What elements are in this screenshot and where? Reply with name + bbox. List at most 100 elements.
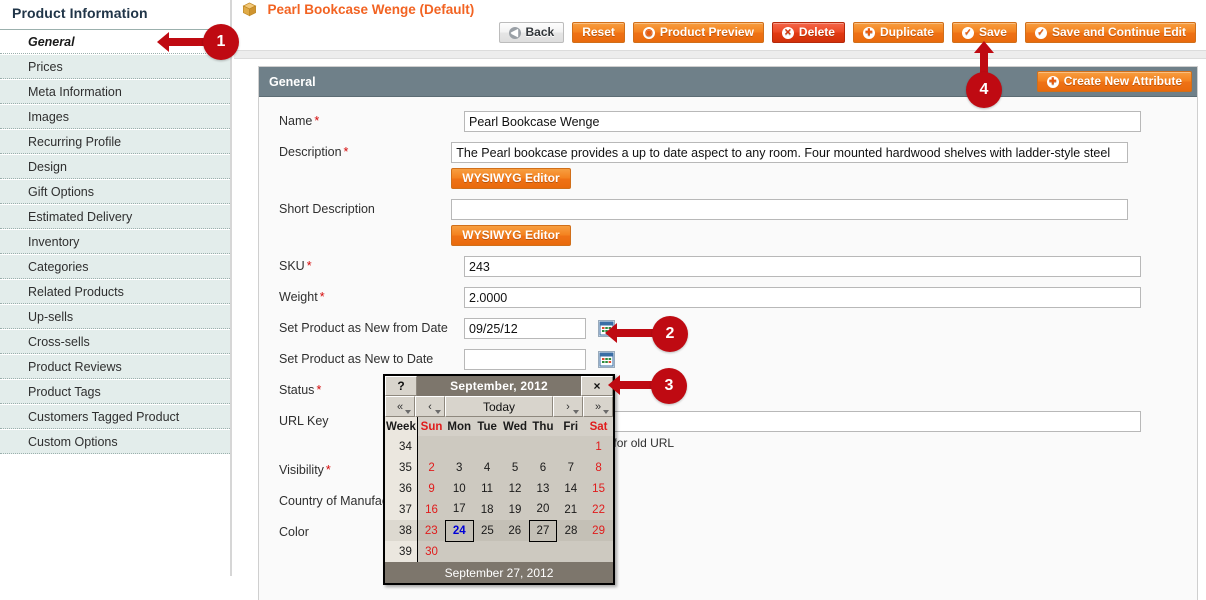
- calendar-prev-month-button[interactable]: ‹: [415, 396, 445, 417]
- calendar-day-cell[interactable]: 27: [528, 519, 558, 542]
- calendar-day-cell[interactable]: 12: [501, 478, 529, 499]
- calendar-day-cell[interactable]: 2: [417, 457, 446, 478]
- description-wysiwyg-editor-button[interactable]: WYSIWYG Editor: [451, 168, 571, 189]
- status-label-text: Status: [279, 383, 315, 397]
- sku-input[interactable]: [464, 256, 1141, 277]
- description-label-text: Description: [279, 145, 342, 159]
- calendar-prev-year-button[interactable]: «: [385, 396, 415, 417]
- date-picker-popup[interactable]: ? September, 2012 × « ‹ Today › » Week S…: [383, 374, 615, 585]
- page-title: Pearl Bookcase Wenge (Default): [267, 2, 475, 17]
- day-header-tue: Tue: [473, 417, 502, 436]
- description-input[interactable]: [451, 142, 1129, 163]
- next-month-label: ›: [566, 400, 570, 413]
- duplicate-button[interactable]: ✚ Duplicate: [852, 22, 944, 43]
- required-marker: *: [314, 114, 320, 128]
- calendar-next-year-button[interactable]: »: [583, 396, 613, 417]
- chevron-down-icon: [603, 410, 609, 414]
- calendar-day-cell[interactable]: 29: [584, 520, 613, 541]
- required-marker: *: [325, 463, 331, 477]
- sidebar-item-cross-sells[interactable]: Cross-sells: [0, 329, 230, 354]
- sidebar-item-up-sells[interactable]: Up-sells: [0, 304, 230, 329]
- calendar-day-cell[interactable]: 28: [556, 520, 585, 541]
- reset-button[interactable]: Reset: [572, 22, 625, 43]
- sidebar-item-categories[interactable]: Categories: [0, 254, 230, 279]
- delete-button[interactable]: ✕ Delete: [771, 22, 845, 43]
- calendar-today-button[interactable]: Today: [445, 396, 553, 417]
- calendar-day-cell[interactable]: 3: [445, 457, 474, 478]
- create-new-attribute-label: Create New Attribute: [1063, 74, 1182, 88]
- sidebar-item-estimated-delivery[interactable]: Estimated Delivery: [0, 204, 230, 229]
- product-preview-button[interactable]: ◉ Product Preview: [632, 22, 764, 43]
- sidebar-item-design[interactable]: Design: [0, 154, 230, 179]
- calendar-help-button[interactable]: ?: [385, 376, 417, 396]
- calendar-day-cell[interactable]: 17: [445, 499, 474, 520]
- back-button[interactable]: ◀ Back: [498, 22, 565, 43]
- calendar-day-cell[interactable]: 5: [501, 457, 529, 478]
- name-input[interactable]: [464, 111, 1141, 132]
- sidebar-item-customers-tagged-product[interactable]: Customers Tagged Product: [0, 404, 230, 429]
- sidebar-item-inventory[interactable]: Inventory: [0, 229, 230, 254]
- sidebar-item-product-reviews[interactable]: Product Reviews: [0, 354, 230, 379]
- calendar-week-number: 36: [385, 478, 418, 499]
- save-button[interactable]: ✓ Save: [951, 22, 1017, 43]
- calendar-day-cell[interactable]: 20: [529, 499, 557, 520]
- sidebar-item-meta-information[interactable]: Meta Information: [0, 79, 230, 104]
- field-row-description: Description* WYSIWYG Editor: [259, 142, 1197, 189]
- annotation-badge-4: 4: [966, 72, 1002, 108]
- save-and-continue-edit-button[interactable]: ✓ Save and Continue Edit: [1024, 22, 1196, 43]
- sidebar-item-custom-options[interactable]: Custom Options: [0, 429, 230, 454]
- sidebar-item-gift-options[interactable]: Gift Options: [0, 179, 230, 204]
- calendar-empty-cell: [556, 541, 585, 562]
- calendar-day-cell[interactable]: 4: [473, 457, 502, 478]
- prev-month-label: ‹: [428, 400, 432, 413]
- calendar-empty-cell: [445, 541, 474, 562]
- calendar-day-cell[interactable]: 10: [445, 478, 474, 499]
- short-description-input[interactable]: [451, 199, 1129, 220]
- calendar-month-title[interactable]: September, 2012: [417, 376, 581, 396]
- calendar-empty-cell: [529, 541, 557, 562]
- calendar-day-cell[interactable]: 23: [417, 520, 446, 541]
- calendar-day-cell[interactable]: 1: [584, 436, 613, 457]
- new-from-date-input[interactable]: [464, 318, 586, 339]
- calendar-day-cell[interactable]: 21: [556, 499, 585, 520]
- weight-input[interactable]: [464, 287, 1141, 308]
- calendar-day-cell[interactable]: 30: [417, 541, 446, 562]
- calendar-day-cell[interactable]: 24: [444, 519, 474, 542]
- short-description-wysiwyg-editor-button[interactable]: WYSIWYG Editor: [451, 225, 571, 246]
- calendar-empty-cell: [473, 541, 502, 562]
- calendar-day-cell[interactable]: 19: [501, 499, 529, 520]
- new-to-date-input[interactable]: [464, 349, 586, 370]
- calendar-day-cell[interactable]: 11: [473, 478, 502, 499]
- new-to-date-label: Set Product as New to Date: [259, 349, 464, 370]
- calendar-next-month-button[interactable]: ›: [553, 396, 583, 417]
- calendar-day-cell[interactable]: 6: [529, 457, 557, 478]
- calendar-empty-cell: [417, 436, 446, 457]
- calendar-day-cell[interactable]: 26: [501, 520, 529, 541]
- calendar-day-cell[interactable]: 8: [584, 457, 613, 478]
- calendar-day-cell[interactable]: 18: [473, 499, 502, 520]
- calendar-icon[interactable]: [598, 351, 616, 368]
- sidebar-item-recurring-profile[interactable]: Recurring Profile: [0, 129, 230, 154]
- calendar-day-cell[interactable]: 13: [529, 478, 557, 499]
- calendar-day-cell[interactable]: 25: [473, 520, 502, 541]
- sidebar-item-product-tags[interactable]: Product Tags: [0, 379, 230, 404]
- calendar-day-cell[interactable]: 7: [556, 457, 585, 478]
- chevron-down-icon: [405, 410, 411, 414]
- calendar-body: 34 1 35 2 3 4 5 6 7 8 36 9 10 11 12 13 14 15 37 16 17 18 19 20 2…: [385, 436, 613, 562]
- sidebar-item-images[interactable]: Images: [0, 104, 230, 129]
- calendar-nav-row: « ‹ Today › »: [385, 396, 613, 417]
- sidebar-item-prices[interactable]: Prices: [0, 54, 230, 79]
- calendar-day-cell[interactable]: 22: [584, 499, 613, 520]
- new-from-date-label-text: Set Product as New from Date: [279, 321, 448, 335]
- calendar-day-cell[interactable]: 14: [556, 478, 585, 499]
- calendar-week-row: 34 1: [385, 436, 613, 457]
- create-new-attribute-button[interactable]: ✚ Create New Attribute: [1036, 71, 1192, 92]
- calendar-week-row: 37 16 17 18 19 20 21 22: [385, 499, 613, 520]
- calendar-day-cell[interactable]: 15: [584, 478, 613, 499]
- color-label-text: Color: [279, 525, 309, 539]
- calendar-day-cell[interactable]: 16: [417, 499, 446, 520]
- field-row-short-description: Short Description WYSIWYG Editor: [259, 199, 1197, 246]
- calendar-day-cell[interactable]: 9: [417, 478, 446, 499]
- sidebar-item-related-products[interactable]: Related Products: [0, 279, 230, 304]
- day-header-fri: Fri: [556, 417, 585, 436]
